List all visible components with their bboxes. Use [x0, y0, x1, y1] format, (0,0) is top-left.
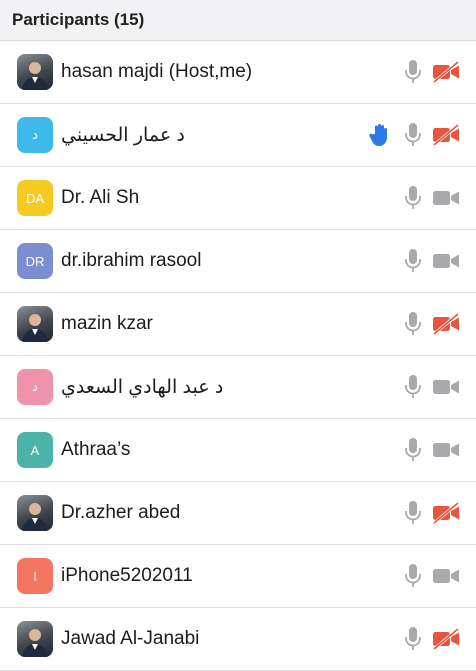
avatar	[17, 306, 53, 342]
participant-row[interactable]: hasan majdi (Host,me)	[0, 41, 476, 104]
mic-icon[interactable]	[402, 437, 424, 463]
mic-icon[interactable]	[402, 59, 424, 85]
participant-row[interactable]: mazin kzar	[0, 293, 476, 356]
avatar	[17, 621, 53, 657]
avatar-initials: A	[30, 442, 40, 458]
participant-row[interactable]: Jawad Al-Janabi	[0, 608, 476, 671]
mic-icon[interactable]	[402, 185, 424, 211]
avatar: د	[17, 117, 53, 153]
video-icon[interactable]	[432, 376, 460, 398]
avatar	[17, 495, 53, 531]
profile-photo	[22, 62, 48, 90]
participant-list: hasan majdi (Host,me) د د عمار الحسيني DA…	[0, 41, 476, 671]
avatar: I	[17, 558, 53, 594]
mic-icon[interactable]	[402, 248, 424, 274]
video-off-icon[interactable]	[432, 124, 460, 146]
mic-icon[interactable]	[402, 374, 424, 400]
mic-icon[interactable]	[402, 122, 424, 148]
participant-controls	[402, 563, 460, 589]
mic-icon[interactable]	[402, 626, 424, 652]
avatar-initials: I	[33, 568, 37, 584]
participant-name: د عبد الهادي السعدي	[61, 376, 224, 398]
mic-icon[interactable]	[402, 563, 424, 589]
participant-controls	[402, 626, 460, 652]
participant-name: د عمار الحسيني	[61, 124, 185, 146]
participant-name: Dr.azher abed	[61, 502, 181, 523]
avatar: A	[17, 432, 53, 468]
avatar-initials: DA	[25, 190, 45, 206]
video-icon[interactable]	[432, 187, 460, 209]
participant-row[interactable]: DA Dr. Ali Sh	[0, 167, 476, 230]
video-off-icon[interactable]	[432, 502, 460, 524]
avatar-initials: د	[32, 127, 38, 142]
participant-name: Dr. Ali Sh	[61, 187, 140, 208]
participant-controls	[402, 185, 460, 211]
participant-name: iPhone5202011	[61, 565, 193, 586]
avatar-initials: د	[32, 379, 38, 394]
participant-name: Jawad Al-Janabi	[61, 628, 200, 649]
participant-name: dr.ibrahim rasool	[61, 250, 202, 271]
mic-icon[interactable]	[402, 500, 424, 526]
raised-hand-icon	[369, 124, 387, 146]
video-off-icon[interactable]	[432, 313, 460, 335]
video-off-icon[interactable]	[432, 61, 460, 83]
participant-controls	[402, 374, 460, 400]
video-icon[interactable]	[432, 250, 460, 272]
profile-photo	[22, 314, 48, 342]
mic-icon[interactable]	[402, 311, 424, 337]
participant-name: Athraa’s	[61, 439, 131, 460]
participant-name: mazin kzar	[61, 313, 153, 334]
participant-row[interactable]: DR dr.ibrahim rasool	[0, 230, 476, 293]
profile-photo	[22, 629, 48, 657]
participants-title: Participants (15)	[12, 10, 145, 29]
participants-header: Participants (15)	[0, 0, 476, 41]
participant-controls	[402, 311, 460, 337]
video-icon[interactable]	[432, 565, 460, 587]
participant-name: hasan majdi (Host,me)	[61, 61, 253, 82]
video-off-icon[interactable]	[432, 628, 460, 650]
avatar: DA	[17, 180, 53, 216]
participant-controls	[402, 500, 460, 526]
participant-row[interactable]: د د عمار الحسيني	[0, 104, 476, 167]
participant-controls	[402, 59, 460, 85]
participant-controls	[368, 122, 460, 148]
avatar-initials: DR	[25, 253, 45, 269]
video-icon[interactable]	[432, 439, 460, 461]
avatar: د	[17, 369, 53, 405]
participant-controls	[402, 248, 460, 274]
participant-controls	[402, 437, 460, 463]
participant-row[interactable]: IiPhone5202011	[0, 545, 476, 608]
avatar	[17, 54, 53, 90]
avatar: DR	[17, 243, 53, 279]
participant-row[interactable]: د د عبد الهادي السعدي	[0, 356, 476, 419]
participant-row[interactable]: A Athraa’s	[0, 419, 476, 482]
participant-row[interactable]: Dr.azher abed	[0, 482, 476, 545]
profile-photo	[22, 503, 48, 531]
